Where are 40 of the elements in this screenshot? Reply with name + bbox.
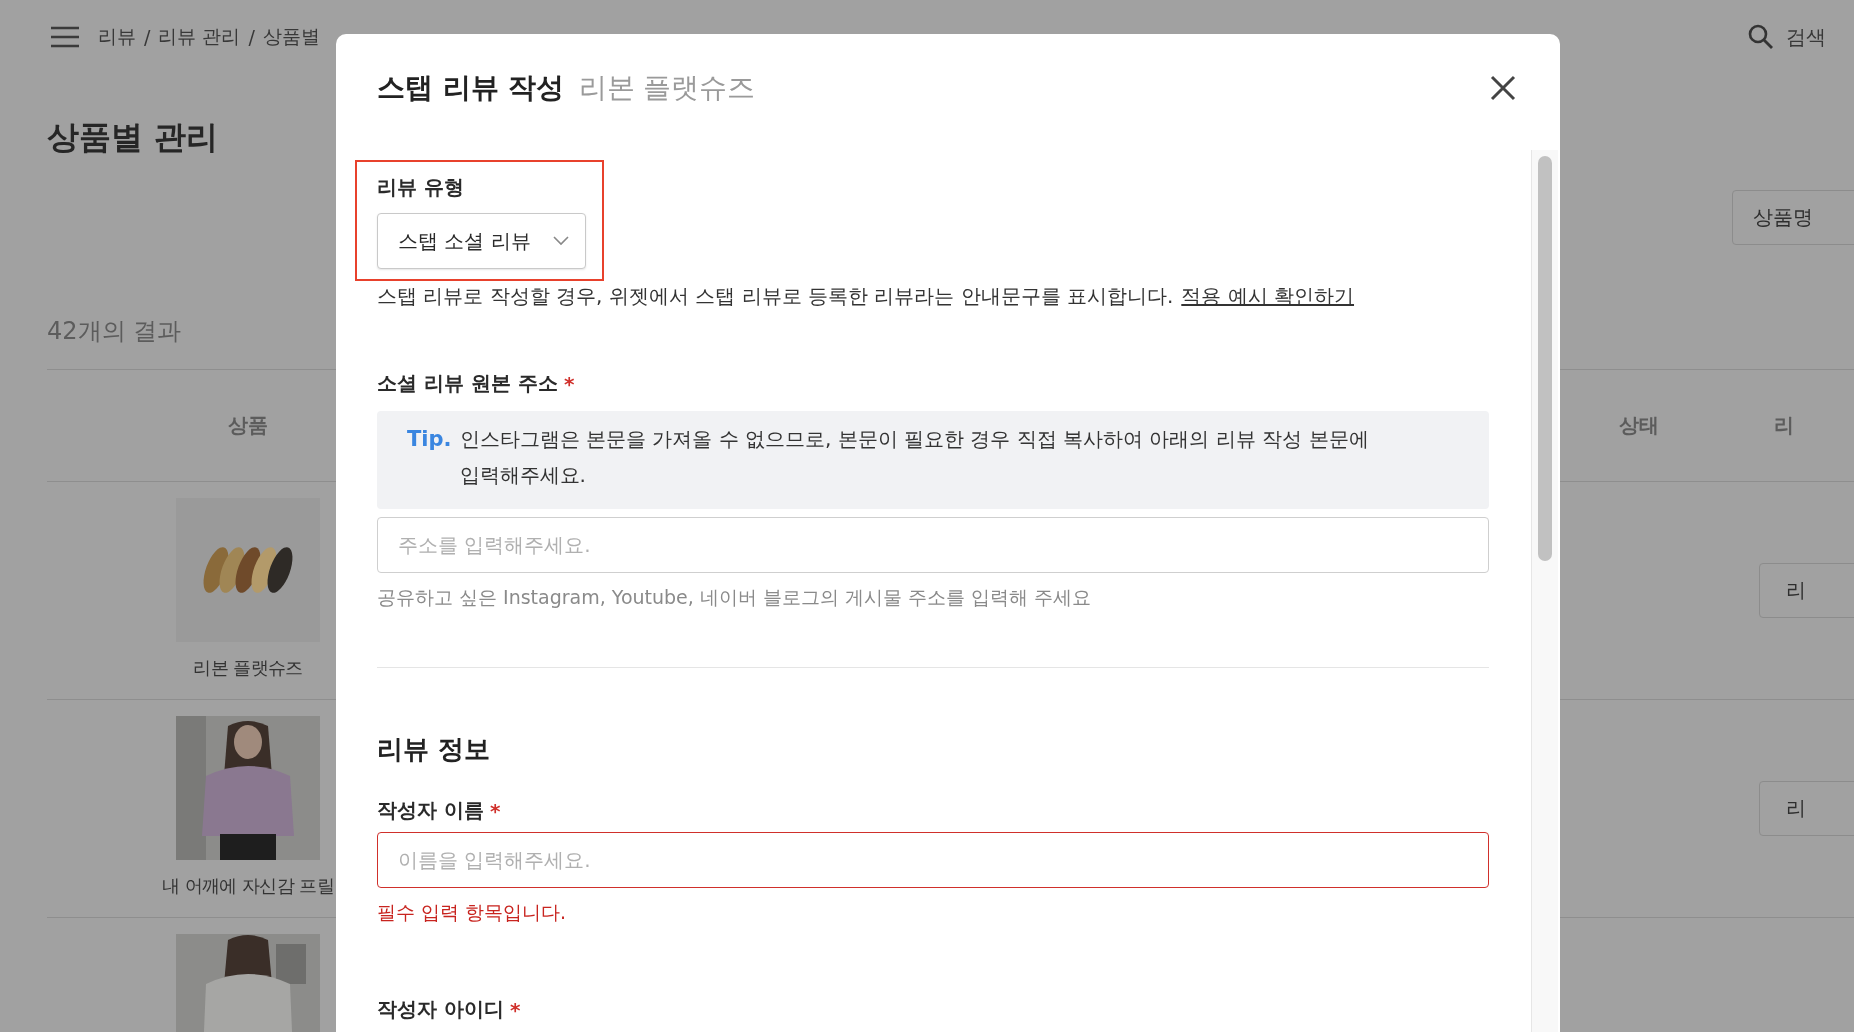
review-button[interactable]: 리 xyxy=(1759,563,1854,618)
required-mark: * xyxy=(489,798,501,823)
scrollbar-thumb[interactable] xyxy=(1538,156,1552,561)
example-link[interactable]: 적용 예시 확인하기 xyxy=(1181,283,1354,310)
breadcrumb-item[interactable]: 리뷰 xyxy=(98,24,136,50)
dialog-title: 스탭 리뷰 작성 xyxy=(377,70,565,106)
column-header: 상품 xyxy=(228,412,268,439)
name-input-field[interactable]: 이름을 입력해주세요. xyxy=(377,832,1489,888)
column-header: 리 xyxy=(1773,412,1794,439)
field-label: 소셜 리뷰 원본 주소 xyxy=(377,370,558,397)
field-label: 작성자 이름 xyxy=(377,797,484,824)
field-label: 리뷰 유형 xyxy=(377,174,465,201)
dialog-subtitle: 리본 플랫슈즈 xyxy=(578,70,756,106)
breadcrumb-separator: / xyxy=(248,26,255,48)
field-label: 작성자 아이디 xyxy=(377,996,504,1023)
url-input-field[interactable]: 주소를 입력해주세요. xyxy=(377,517,1489,573)
product-name: 내 어깨에 자신감 프릴 xyxy=(162,874,334,898)
section-title: 리뷰 정보 xyxy=(377,733,492,766)
help-text: 공유하고 싶은 Instagram, Youtube, 네이버 블로그의 게시물 주소를 입력해 주세요 xyxy=(377,585,1093,610)
breadcrumb-item[interactable]: 리뷰 관리 xyxy=(158,24,241,50)
filter-dropdown[interactable]: 상품명 xyxy=(1732,190,1854,245)
error-text: 필수 입력 항목입니다. xyxy=(377,900,568,925)
chevron-down-icon xyxy=(552,236,569,246)
page-title: 상품별 관리 xyxy=(47,117,219,158)
breadcrumb-separator: / xyxy=(144,26,151,48)
product-name: 리본 플랫슈즈 xyxy=(193,656,303,680)
breadcrumb-item[interactable]: 상품별 xyxy=(262,24,320,50)
review-type-select[interactable]: 스탭 소셜 리뷰 xyxy=(377,213,586,269)
required-mark: * xyxy=(509,997,521,1022)
tip-text: 인스타그램은 본문을 가져올 수 없으므로, 본문이 필요한 경우 직접 복사하여 아래의 리뷰 작성 본문에 입력해주세요. xyxy=(459,426,1370,489)
column-header: 상태 xyxy=(1619,412,1659,439)
review-button[interactable]: 리 xyxy=(1759,781,1854,836)
scrollbar[interactable] xyxy=(1531,150,1558,1032)
search-icon[interactable] xyxy=(1748,24,1774,50)
search-label[interactable]: 검색 xyxy=(1786,23,1826,51)
required-mark: * xyxy=(563,371,575,396)
tip-label: Tip. xyxy=(407,427,452,453)
result-count: 42개의 결과 xyxy=(47,316,182,347)
hint-text: 스탭 리뷰로 작성할 경우, 위젯에서 스탭 리뷰로 등록한 리뷰라는 안내문구를 표시합니다. xyxy=(377,283,1174,310)
menu-icon[interactable] xyxy=(50,26,80,48)
